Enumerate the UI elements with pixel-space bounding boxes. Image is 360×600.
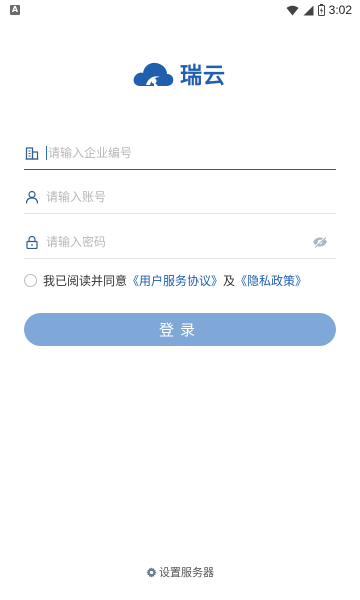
account-input[interactable] (46, 189, 336, 204)
a-box-icon: A (10, 5, 20, 15)
eye-off-icon[interactable] (312, 234, 328, 250)
app-logo: 瑞云 (132, 58, 226, 90)
logo-text: 瑞云 (180, 64, 227, 89)
agreement-and: 及 (223, 274, 236, 288)
building-icon (24, 145, 40, 161)
password-field[interactable] (24, 225, 336, 259)
agreement-prefix: 我已阅读并同意 (43, 274, 128, 288)
company-number-field[interactable] (24, 136, 336, 170)
lock-icon (24, 234, 40, 250)
user-agreement-link[interactable]: 《用户服务协议》 (127, 272, 223, 289)
privacy-policy-link[interactable]: 《隐私政策》 (235, 272, 307, 289)
password-input[interactable] (46, 234, 312, 249)
company-number-input[interactable] (48, 145, 336, 160)
status-left: A (10, 5, 20, 15)
signal-icon (303, 5, 314, 15)
account-field[interactable] (24, 180, 336, 214)
server-settings-label: 设置服务器 (159, 566, 214, 579)
agreement-row: 我已阅读并同意 《用户服务协议》 及 《隐私政策》 (24, 272, 307, 289)
login-button[interactable]: 登录 (24, 313, 336, 346)
text-cursor (46, 145, 47, 160)
user-icon (24, 189, 40, 205)
agreement-checkbox[interactable] (24, 274, 37, 287)
status-time: 3:02 (328, 3, 352, 17)
gear-icon (146, 566, 157, 578)
battery-icon (317, 4, 325, 16)
server-settings-link[interactable]: 设置服务器 (0, 564, 360, 580)
status-right: 3:02 (286, 3, 352, 17)
login-screen: A 3:02 瑞云 请输入企业编号 请输入账号 我已阅读并同意 《用户服务协议》… (0, 0, 360, 600)
status-bar: A 3:02 (0, 0, 360, 20)
wifi-icon (286, 5, 299, 15)
cloud-logo-icon (133, 62, 174, 86)
